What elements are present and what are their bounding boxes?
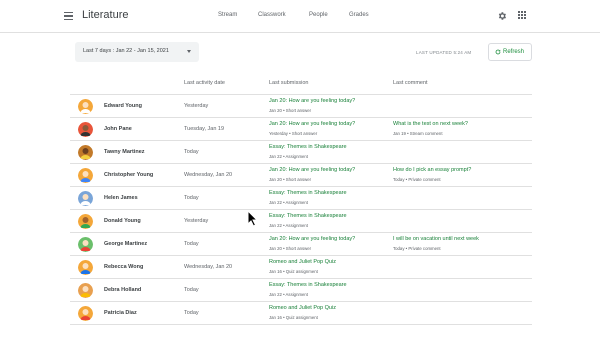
gear-icon[interactable] (497, 11, 507, 21)
tab-stream[interactable]: Stream (218, 12, 237, 18)
app-title: Literature (82, 9, 129, 21)
student-name[interactable]: Edward Young (104, 103, 142, 109)
table-row[interactable]: Donald Young Yesterday Essay: Themes in … (70, 210, 532, 233)
tab-classwork[interactable]: Classwork (258, 12, 286, 18)
table-row[interactable]: Christopher Young Wednesday, Jan 20 Jan … (70, 164, 532, 187)
comment-meta: Today • Private comment (393, 177, 441, 182)
submission-link[interactable]: Essay: Themes in Shakespeare (269, 190, 347, 196)
submission-link[interactable]: Romeo and Juliet Pop Quiz (269, 305, 336, 311)
last-activity: Today (184, 287, 199, 293)
submission-meta: Jan 20 • Short answer (269, 108, 312, 113)
student-name[interactable]: Tawny Martinez (104, 149, 145, 155)
refresh-icon (495, 49, 501, 55)
submission-link[interactable]: Jan 20: How are you feeling today? (269, 236, 355, 242)
table-row[interactable]: John Pane Tuesday, Jan 19 Jan 20: How ar… (70, 118, 532, 141)
last-activity: Today (184, 241, 199, 247)
table-row[interactable]: Rebecca Wong Wednesday, Jan 20 Romeo and… (70, 256, 532, 279)
comment-link[interactable]: How do I pick an essay prompt? (393, 167, 471, 173)
column-header-comment: Last comment (393, 80, 428, 86)
student-name[interactable]: Donald Young (104, 218, 141, 224)
top-bar: Literature Stream Classwork People Grade… (0, 0, 600, 33)
last-activity: Today (184, 149, 199, 155)
tab-grades[interactable]: Grades (349, 12, 369, 18)
submission-meta: Jan 22 • Assignment (269, 200, 309, 205)
last-updated-text: LAST UPDATED 5:24 AM (416, 50, 472, 55)
submission-meta: Jan 22 • Assignment (269, 154, 309, 159)
submission-link[interactable]: Jan 20: How are you feeling today? (269, 121, 355, 127)
table-row[interactable]: Patricia Diaz Today Romeo and Juliet Pop… (70, 302, 532, 325)
comment-meta: Today • Private comment (393, 246, 441, 251)
last-activity: Wednesday, Jan 20 (184, 172, 233, 178)
student-name[interactable]: Rebecca Wong (104, 264, 143, 270)
submission-meta: Jan 20 • Short answer (269, 246, 312, 251)
last-activity: Today (184, 310, 199, 316)
column-header-submission: Last submission (269, 80, 309, 86)
submission-link[interactable]: Romeo and Juliet Pop Quiz (269, 259, 336, 265)
menu-icon[interactable] (64, 12, 73, 21)
column-header-activity: Last activity date (184, 80, 225, 86)
last-activity: Tuesday, Jan 19 (184, 126, 225, 132)
avatar (78, 260, 93, 275)
student-name[interactable]: Christopher Young (104, 172, 153, 178)
submission-meta: Jan 16 • Quiz assignment (269, 269, 318, 274)
comment-link[interactable]: I will be on vacation until next week (393, 236, 479, 242)
mouse-cursor-icon (247, 210, 258, 227)
tab-people[interactable]: People (309, 12, 328, 18)
submission-link[interactable]: Jan 20: How are you feeling today? (269, 167, 355, 173)
student-name[interactable]: Patricia Diaz (104, 310, 137, 316)
submission-link[interactable]: Essay: Themes in Shakespeare (269, 282, 347, 288)
avatar (78, 237, 93, 252)
table-row[interactable]: George Martinez Today Jan 20: How are yo… (70, 233, 532, 256)
student-name[interactable]: John Pane (104, 126, 132, 132)
avatar (78, 306, 93, 321)
avatar (78, 283, 93, 298)
date-range-dropdown[interactable]: Last 7 days : Jan 22 - Jan 15, 2021 (75, 42, 199, 62)
last-activity: Today (184, 195, 199, 201)
table-row[interactable]: Debra Holland Today Essay: Themes in Sha… (70, 279, 532, 302)
avatar (78, 122, 93, 137)
student-name[interactable]: George Martinez (104, 241, 147, 247)
submission-meta: Jan 22 • Assignment (269, 223, 309, 228)
refresh-button[interactable]: Refresh (488, 43, 532, 61)
apps-grid-icon[interactable] (518, 11, 526, 19)
avatar (78, 214, 93, 229)
submission-link[interactable]: Essay: Themes in Shakespeare (269, 144, 347, 150)
avatar (78, 191, 93, 206)
refresh-label: Refresh (503, 49, 525, 55)
avatar (78, 145, 93, 160)
submission-meta: Yesterday • Short answer (269, 131, 318, 136)
student-name[interactable]: Helen James (104, 195, 138, 201)
comment-meta: Jan 19 • Stream comment (393, 131, 443, 136)
submission-meta: Jan 16 • Quiz assignment (269, 315, 318, 320)
student-name[interactable]: Debra Holland (104, 287, 141, 293)
comment-link[interactable]: What is the test on next week? (393, 121, 468, 127)
avatar (78, 99, 93, 114)
submission-link[interactable]: Jan 20: How are you feeling today? (269, 98, 355, 104)
table-row[interactable]: Edward Young Yesterday Jan 20: How are y… (70, 95, 532, 118)
last-activity: Yesterday (184, 103, 209, 109)
last-activity: Yesterday (184, 218, 209, 224)
date-range-label: Last 7 days : Jan 22 - Jan 15, 2021 (83, 48, 169, 54)
submission-link[interactable]: Essay: Themes in Shakespeare (269, 213, 347, 219)
table-row[interactable]: Helen James Today Essay: Themes in Shake… (70, 187, 532, 210)
submission-meta: Jan 22 • Assignment (269, 292, 309, 297)
table-row[interactable]: Tawny Martinez Today Essay: Themes in Sh… (70, 141, 532, 164)
last-activity: Wednesday, Jan 20 (184, 264, 233, 270)
chevron-down-icon (187, 50, 191, 53)
submission-meta: Jan 20 • Short answer (269, 177, 312, 182)
avatar (78, 168, 93, 183)
